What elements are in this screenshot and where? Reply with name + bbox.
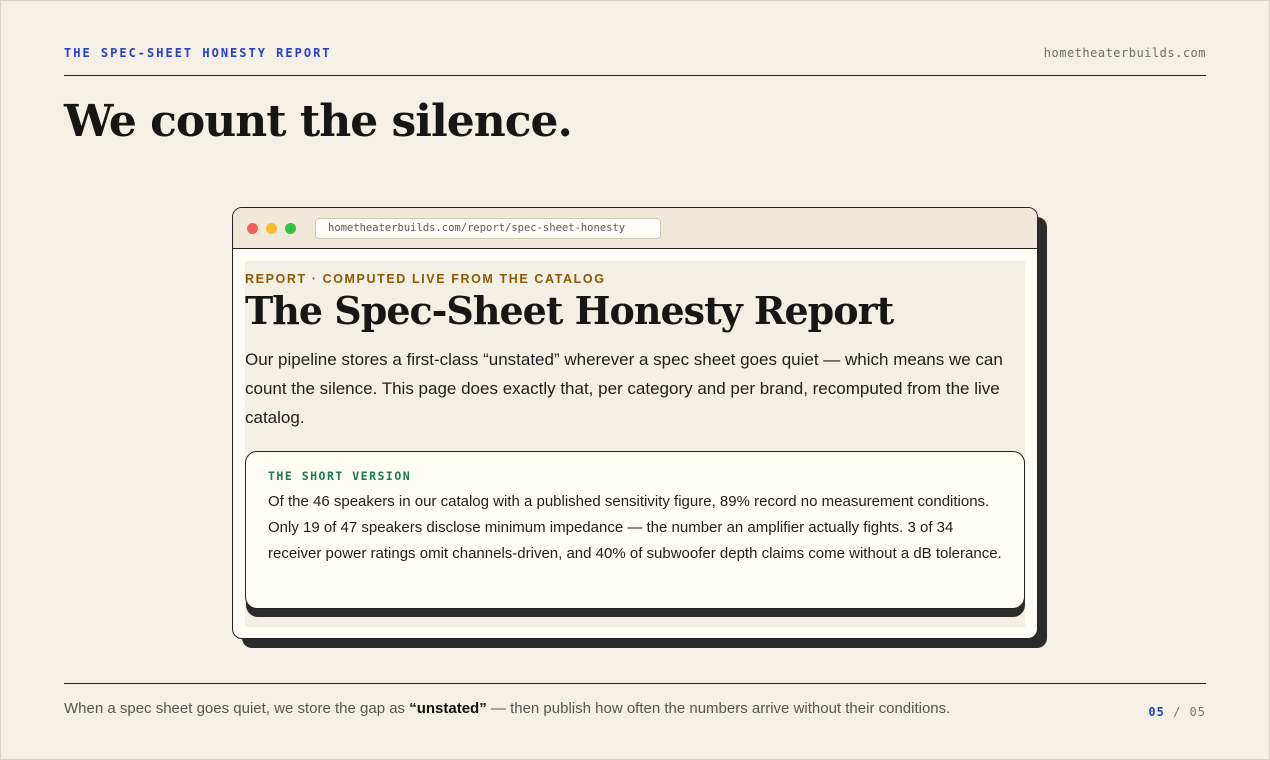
browser-window: hometheaterbuilds.com/report/spec-sheet-… — [232, 207, 1038, 639]
minimize-window-dot-icon[interactable] — [266, 223, 277, 234]
footer-note-start: When a spec sheet goes quiet, we store t… — [64, 700, 410, 717]
address-bar[interactable]: hometheaterbuilds.com/report/spec-sheet-… — [315, 218, 661, 239]
page-separator: / — [1173, 705, 1182, 719]
footer-note-emphasis: “unstated” — [409, 700, 487, 717]
report-kicker: THE SPEC-SHEET HONESTY REPORT — [64, 46, 332, 60]
page-total: 05 — [1189, 705, 1206, 719]
page-current: 05 — [1148, 705, 1165, 719]
page-counter: 05 / 05 — [1148, 705, 1206, 719]
maximize-window-dot-icon[interactable] — [285, 223, 296, 234]
site-domain: hometheaterbuilds.com — [1043, 46, 1206, 60]
footer-rule — [64, 683, 1206, 684]
summary-body: Of the 46 speakers in our catalog with a… — [268, 493, 1002, 562]
browser-titlebar: hometheaterbuilds.com/report/spec-sheet-… — [233, 208, 1037, 249]
summary-card: THE SHORT VERSION Of the 46 speakers in … — [245, 451, 1025, 609]
footer-note-end: — then publish how often the numbers arr… — [486, 700, 951, 717]
slide-header: THE SPEC-SHEET HONESTY REPORT hometheate… — [64, 44, 1206, 76]
report-eyebrow: REPORT · COMPUTED LIVE FROM THE CATALOG — [245, 272, 606, 286]
summary-label: THE SHORT VERSION — [268, 469, 412, 483]
report-lede: Our pipeline stores a first-class “unsta… — [245, 350, 1003, 427]
close-window-dot-icon[interactable] — [247, 223, 258, 234]
slide-title: We count the silence. — [64, 96, 573, 147]
report-page: REPORT · COMPUTED LIVE FROM THE CATALOG … — [245, 261, 1025, 627]
report-title: The Spec-Sheet Honesty Report — [245, 288, 894, 333]
footer-note: When a spec sheet goes quiet, we store t… — [64, 700, 1064, 717]
